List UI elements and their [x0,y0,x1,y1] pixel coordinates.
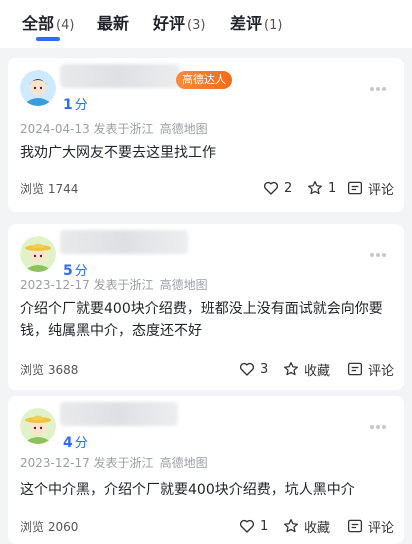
view-count: 浏览 3688 [20,363,79,377]
review-card: 5分 2023-12-17 发表于浙江 高德地图 介绍个厂就要400块介绍费，班都… [8,224,404,390]
like-count: 3 [260,361,269,377]
username-blurred [60,230,188,254]
review-footer: 浏览 1744 2 1 评论 [8,176,404,200]
review-meta: 2023-12-17 发表于浙江 高德地图 [20,454,208,471]
collect-button[interactable]: 收藏 [282,357,330,381]
star-icon [283,518,299,533]
like-button[interactable]: 2 [262,176,292,200]
active-tab-indicator [36,37,60,41]
review-source: 高德地图 [159,122,208,136]
score-value: 1 [63,97,73,113]
tab-all-count: (4) [56,18,75,33]
review-date-location: 2023-12-17 发表于浙江 [20,456,154,470]
tab-latest[interactable]: 最新 [97,10,129,34]
comment-label: 评论 [368,182,395,198]
username-blurred [60,64,180,88]
collect-label: 收藏 [304,520,331,536]
tab-positive[interactable]: 好评 (3) [153,10,205,34]
view-count: 浏览 2060 [20,520,79,534]
comment-button[interactable]: 评论 [346,514,394,538]
tab-negative-count: (1) [264,18,283,33]
tab-negative-label: 差评 [230,14,263,33]
tab-latest-label: 最新 [97,14,130,33]
more-options-icon[interactable] [370,242,390,257]
review-meta: 2024-04-13 发表于浙江 高德地图 [20,120,208,137]
score-unit: 分 [74,436,88,451]
star-icon [307,180,323,195]
star-count: 1 [328,180,337,196]
review-footer: 浏览 2060 1 收藏 评论 [8,514,404,538]
review-meta: 2023-12-17 发表于浙江 高德地图 [20,276,208,293]
review-source: 高德地图 [159,278,208,292]
collect-button[interactable]: 收藏 [282,514,330,538]
star-button[interactable]: 1 [306,176,336,200]
score-unit: 分 [74,98,88,113]
avatar[interactable] [20,236,56,272]
review-date-location: 2023-12-17 发表于浙江 [20,278,154,292]
collect-label: 收藏 [304,363,331,379]
like-count: 2 [284,180,293,196]
heart-icon [263,181,279,195]
review-score: 1分 [63,94,88,113]
review-footer: 浏览 3688 3 收藏 评论 [8,357,404,381]
review-date-location: 2024-04-13 发表于浙江 [20,122,154,136]
comment-label: 评论 [368,520,395,536]
tab-all[interactable]: 全部 (4) [22,10,74,34]
tab-negative[interactable]: 差评 (1) [230,10,282,34]
more-options-icon[interactable] [370,76,390,91]
review-card: 高德达人 1分 2024-04-13 发表于浙江 高德地图 我劝广大网友不要去这里… [8,58,404,212]
review-content: 我劝广大网友不要去这里找工作 [20,145,216,161]
star-icon [283,361,299,376]
more-options-icon[interactable] [370,414,390,429]
tab-positive-label: 好评 [153,14,186,33]
review-card: 4分 2023-12-17 发表于浙江 高德地图 这个中介黑，介绍个厂就要400块… [8,396,404,544]
view-count: 浏览 1744 [20,182,79,196]
heart-icon [239,519,255,533]
heart-icon [239,362,255,376]
score-value: 4 [63,435,73,451]
tab-all-label: 全部 [22,14,55,33]
avatar[interactable] [20,70,56,106]
review-content: 介绍个厂就要400块介绍费，班都没上没有面试就会向你要钱，纯属黑中介，态度还不好 [20,301,383,339]
tab-positive-count: (3) [187,18,206,33]
comment-label: 评论 [368,363,395,379]
avatar[interactable] [20,408,56,444]
comment-button[interactable]: 评论 [346,357,394,381]
filter-tabs: 全部 (4) 最新 好评 (3) 差评 (1) [0,0,412,48]
comment-icon [347,181,363,195]
review-score: 4分 [63,432,88,451]
comment-icon [347,519,363,533]
review-source: 高德地图 [159,456,208,470]
like-button[interactable]: 3 [238,357,268,381]
like-button[interactable]: 1 [238,514,268,538]
comment-icon [347,362,363,376]
review-content: 这个中介黑，介绍个厂就要400块介绍费，坑人黑中介 [20,482,355,498]
like-count: 1 [260,518,269,534]
comment-button[interactable]: 评论 [346,176,394,200]
username-blurred [60,402,178,426]
expert-badge: 高德达人 [176,71,232,89]
